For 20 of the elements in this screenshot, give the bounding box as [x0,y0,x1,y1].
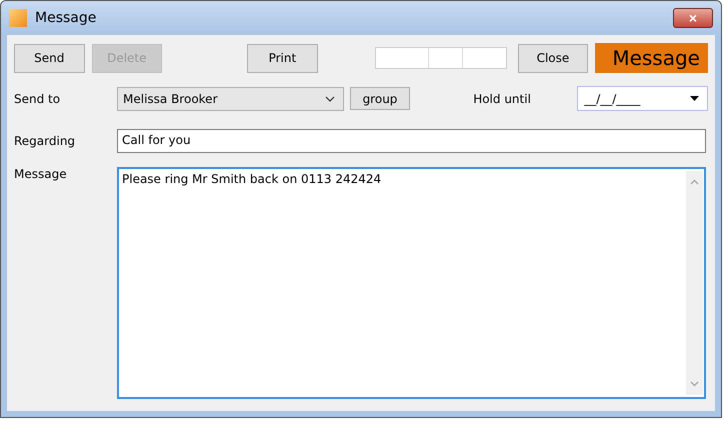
regarding-field[interactable]: Call for you [117,129,706,153]
field-label: Send to [14,92,62,106]
scroll-down-icon[interactable] [690,381,699,387]
toolbar-button[interactable]: Send [14,44,85,72]
field-label: Hold until [473,92,532,106]
scroll-up-icon[interactable] [690,179,699,185]
field-label: Regarding [14,134,76,148]
header-label: Message [595,43,708,73]
field-label: Message [14,167,68,181]
window-title: Message [35,10,98,26]
scrollbar[interactable] [686,171,703,395]
recipient-dropdown[interactable]: Melissa Brooker [117,86,344,110]
close-button[interactable]: Close [518,44,588,72]
group-button[interactable]: group [350,87,410,110]
app-icon [9,9,27,27]
date-field[interactable]: __/__/____ [577,86,708,111]
chevron-down-icon [324,96,335,102]
dropdown-arrow-icon [690,96,699,101]
message-field[interactable]: Please ring Mr Smith back on 0113 242424 [117,167,706,399]
toolbar-button[interactable]: Print [247,44,318,72]
